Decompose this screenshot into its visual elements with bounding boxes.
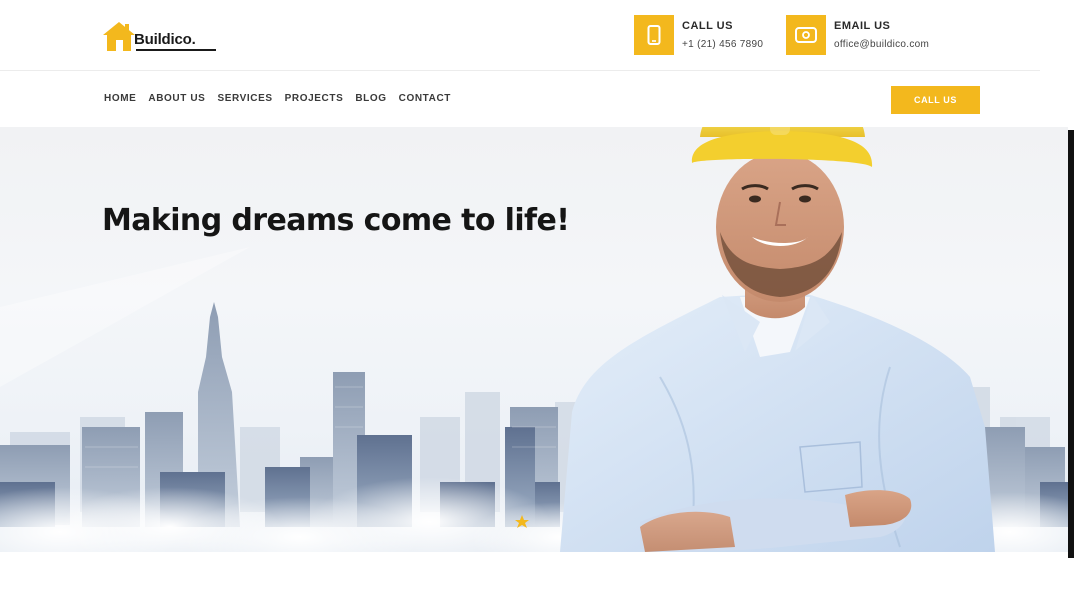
brand-name: Buildico. [134,31,196,48]
construction-worker-photo [560,127,995,552]
nav-item-contact[interactable]: CONTACT [399,93,451,104]
email-icon [795,27,817,43]
nav-item-services[interactable]: SERVICES [217,93,272,104]
hero-edge-bar [1068,130,1074,558]
nav-item-about[interactable]: ABOUT US [148,93,205,104]
brand-logo[interactable]: Buildico. [102,20,216,52]
email-address[interactable]: office@buildico.com [834,39,929,50]
phone-icon [647,25,661,45]
house-logo-icon [103,22,135,51]
main-nav: HOME ABOUT US SERVICES PROJECTS BLOG CON… [0,71,1040,127]
top-header: Buildico. CALL US +1 (21) 456 7890 EMAIL… [0,0,1040,71]
brand-underline [136,49,216,51]
email-icon-box [786,15,826,55]
contact-email: EMAIL US office@buildico.com [786,15,929,55]
nav-menu: HOME ABOUT US SERVICES PROJECTS BLOG CON… [104,93,451,104]
nav-item-blog[interactable]: BLOG [355,93,386,104]
nav-item-home[interactable]: HOME [104,93,136,104]
nav-item-projects[interactable]: PROJECTS [285,93,344,104]
phone-icon-box [634,15,674,55]
call-number[interactable]: +1 (21) 456 7890 [682,39,763,50]
hero-banner: Making dreams come to life! [0,127,1068,552]
call-us-button[interactable]: CALL US [891,86,980,114]
contact-call: CALL US +1 (21) 456 7890 [634,15,763,55]
email-label: EMAIL US [834,19,891,32]
call-label: CALL US [682,19,733,32]
